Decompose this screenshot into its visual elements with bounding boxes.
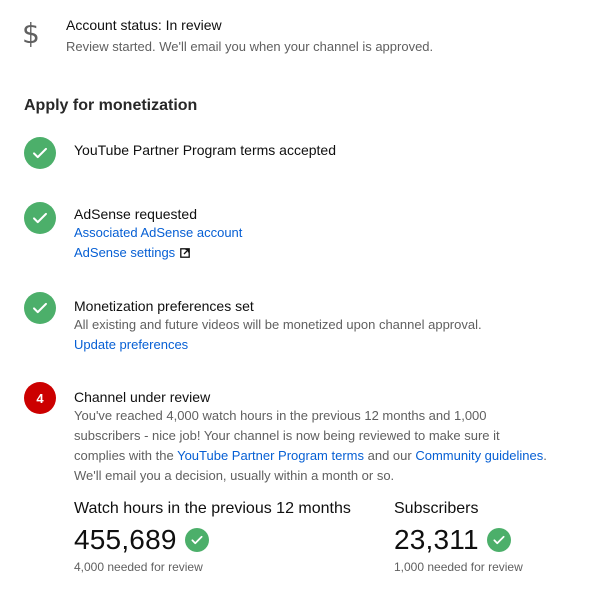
- ypp-terms-link[interactable]: YouTube Partner Program terms: [177, 448, 364, 463]
- step-title: AdSense requested: [74, 206, 197, 222]
- step-description-line: You've reached 4,000 watch hours in the …: [74, 408, 487, 423]
- check-icon: [24, 137, 56, 169]
- text-fragment: .: [543, 448, 547, 463]
- step-description-line: subscribers - nice job! Your channel is …: [74, 428, 500, 443]
- community-guidelines-link[interactable]: Community guidelines: [415, 448, 543, 463]
- check-icon: [184, 528, 209, 552]
- adsense-settings-link[interactable]: AdSense settings: [74, 243, 191, 263]
- section-title: Apply for monetization: [24, 97, 198, 114]
- account-status-title: Account status: In review: [66, 17, 222, 33]
- subscribers-metric: Subscribers 23,311 1,000 needed for revi…: [394, 499, 523, 575]
- metric-value: 455,689: [74, 524, 177, 555]
- metric-label: Subscribers: [394, 500, 479, 517]
- metric-value: 23,311: [394, 524, 479, 555]
- step-title: YouTube Partner Program terms accepted: [74, 142, 336, 158]
- check-icon: [24, 292, 56, 324]
- adsense-settings-label: AdSense settings: [74, 245, 176, 260]
- account-status-subtitle: Review started. We'll email you when you…: [66, 39, 434, 54]
- update-preferences-link[interactable]: Update preferences: [74, 335, 188, 355]
- associated-adsense-account-link[interactable]: Associated AdSense account: [74, 223, 242, 243]
- check-icon: [486, 528, 511, 552]
- metric-label: Watch hours in the previous 12 months: [74, 500, 351, 517]
- step-title: Monetization preferences set: [74, 298, 254, 314]
- metric-note: 1,000 needed for review: [394, 560, 523, 574]
- external-link-icon: [180, 248, 191, 258]
- step-description-line: We'll email you a decision, usually with…: [74, 468, 395, 483]
- watch-hours-metric: Watch hours in the previous 12 months 45…: [74, 499, 351, 575]
- check-icon: [24, 202, 56, 234]
- step-title: Channel under review: [74, 389, 211, 405]
- metric-note: 4,000 needed for review: [74, 560, 203, 574]
- text-fragment: and our: [364, 448, 416, 463]
- step-number-badge: 4: [24, 382, 56, 414]
- account-status: $ Account status: In review Review start…: [0, 0, 594, 72]
- text-fragment: complies with the: [74, 448, 178, 463]
- dollar-icon: $: [22, 17, 40, 50]
- step-description: All existing and future videos will be m…: [74, 317, 482, 332]
- step-description-line: complies with the YouTube Partner Progra…: [74, 446, 564, 466]
